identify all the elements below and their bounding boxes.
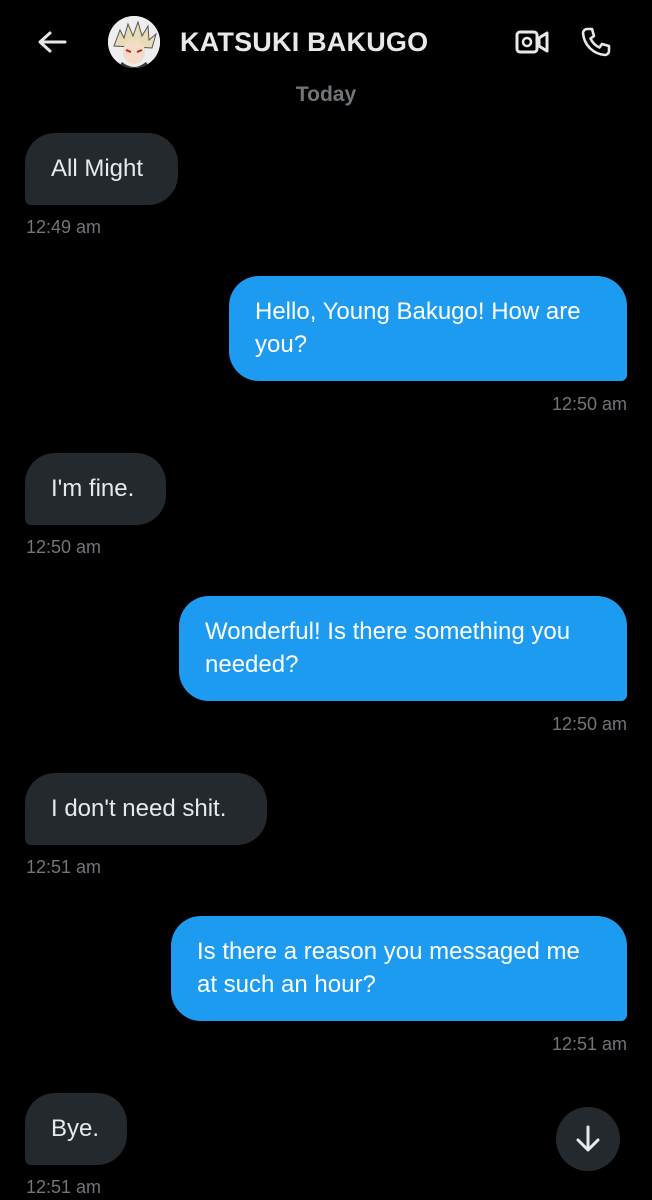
avatar-image (108, 16, 160, 68)
received-message-bubble[interactable]: Bye. (25, 1093, 127, 1165)
back-button[interactable] (30, 22, 74, 62)
sent-message-bubble[interactable]: Wonderful! Is there something you needed… (179, 596, 627, 701)
message-timestamp: 12:50 am (26, 537, 102, 557)
video-call-icon (515, 30, 549, 54)
scroll-to-bottom-button[interactable] (556, 1107, 620, 1171)
date-separator: Today (295, 83, 357, 106)
sent-message-bubble[interactable]: Is there a reason you messaged me at suc… (171, 916, 627, 1021)
arrow-left-icon (38, 31, 67, 53)
video-call-button[interactable] (510, 22, 554, 62)
avatar[interactable] (108, 16, 160, 68)
phone-icon (581, 27, 611, 57)
conversation-header: KATSUKI BAKUGO (0, 0, 652, 84)
arrow-down-icon (576, 1125, 600, 1152)
received-message-bubble[interactable]: I'm fine. (25, 453, 166, 525)
message-timestamp: 12:50 am (551, 714, 627, 734)
received-message-bubble[interactable]: I don't need shit. (25, 773, 267, 845)
message-timestamp: 12:49 am (26, 217, 102, 237)
message-timestamp: 12:50 am (551, 394, 627, 414)
message-timestamp: 12:51 am (551, 1034, 627, 1054)
message-timestamp: 12:51 am (26, 857, 102, 877)
message-timestamp: 12:51 am (26, 1177, 102, 1197)
sent-message-bubble[interactable]: Hello, Young Bakugo! How are you? (229, 276, 627, 381)
received-message-bubble[interactable]: All Might (25, 133, 178, 205)
phone-call-button[interactable] (574, 22, 618, 62)
contact-name[interactable]: KATSUKI BAKUGO (180, 24, 428, 60)
